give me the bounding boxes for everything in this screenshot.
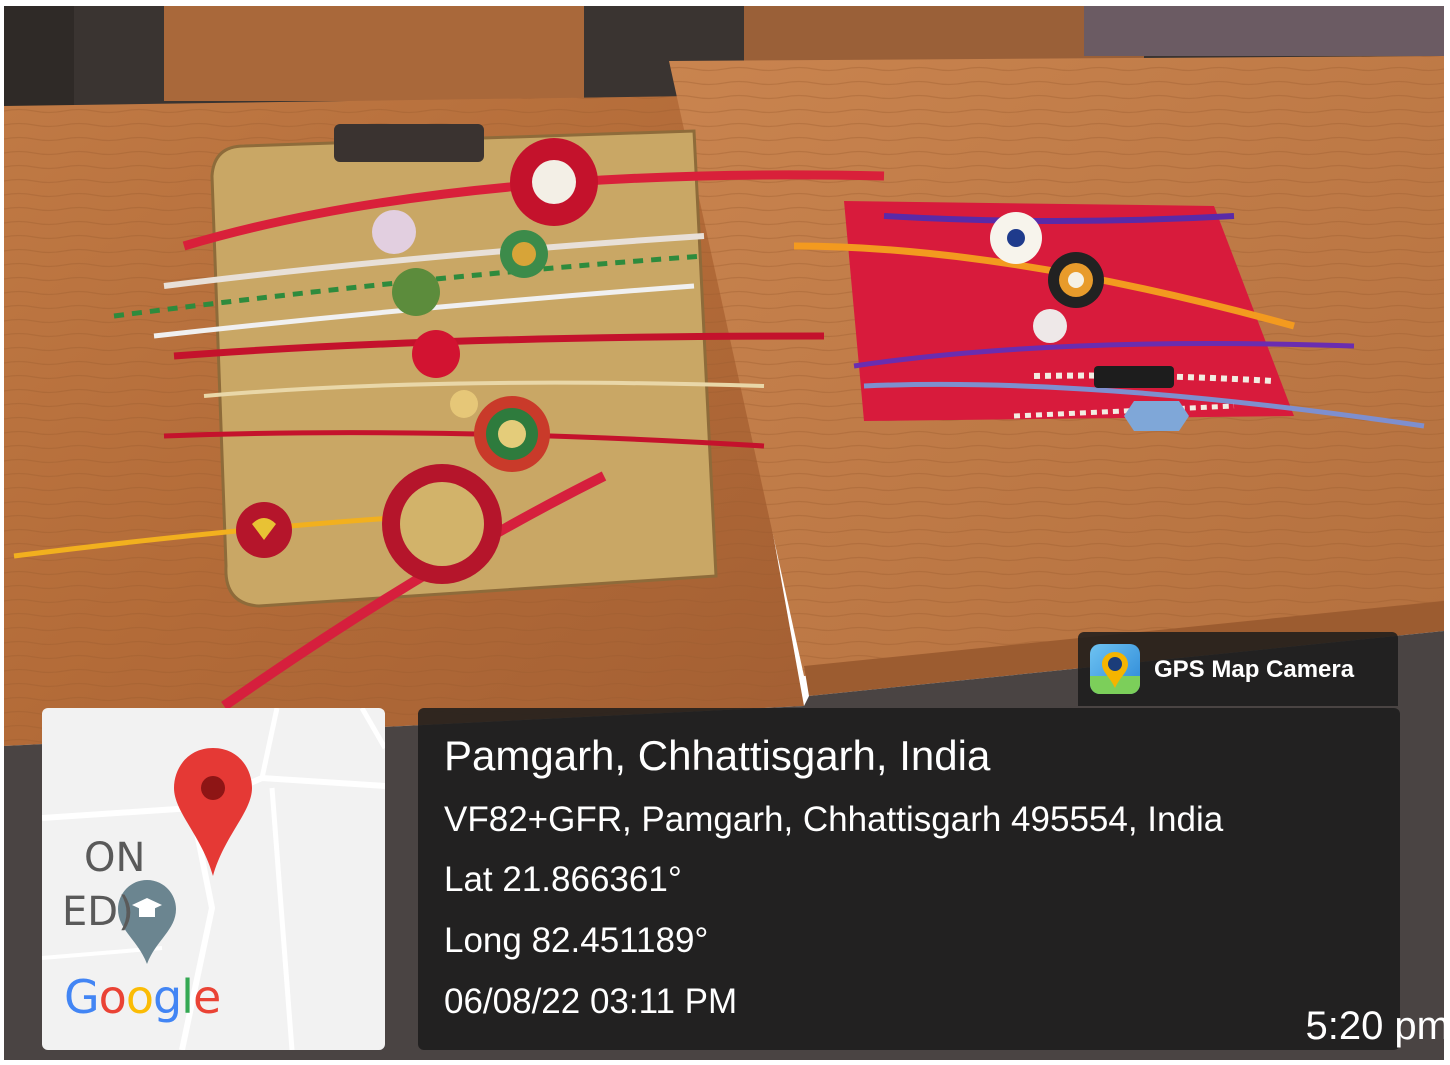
status-time: 5:20 pm [1305, 1004, 1450, 1048]
google-letter: o [125, 970, 154, 1024]
location-info-panel: Pamgarh, Chhattisgarh, India VF82+GFR, P… [418, 708, 1400, 1050]
location-address: VF82+GFR, Pamgarh, Chhattisgarh 495554, … [444, 800, 1224, 839]
map-place-label-1: ON [84, 835, 146, 881]
google-logo: Google [64, 970, 221, 1024]
capture-datetime: 06/08/22 03:11 PM [444, 982, 738, 1021]
google-letter: G [64, 970, 100, 1024]
gps-map-camera-badge: GPS Map Camera [1078, 632, 1398, 706]
brand-name: GPS Map Camera [1154, 656, 1355, 683]
longitude: Long 82.451189° [444, 921, 709, 960]
screenshot: ON ED) Google GPS Map Camera Pamgarh, Ch… [0, 0, 1450, 1065]
google-letter: e [192, 970, 221, 1024]
latitude: Lat 21.866361° [444, 860, 682, 899]
map-pin-icon [174, 748, 252, 876]
google-letter: l [181, 970, 194, 1024]
map-place-label-2: ED) [62, 889, 134, 935]
google-letter: g [152, 970, 182, 1024]
gps-map-camera-icon [1090, 644, 1140, 694]
map-thumbnail[interactable]: ON ED) Google [42, 708, 385, 1050]
google-letter: o [98, 970, 127, 1024]
location-title: Pamgarh, Chhattisgarh, India [444, 732, 991, 779]
